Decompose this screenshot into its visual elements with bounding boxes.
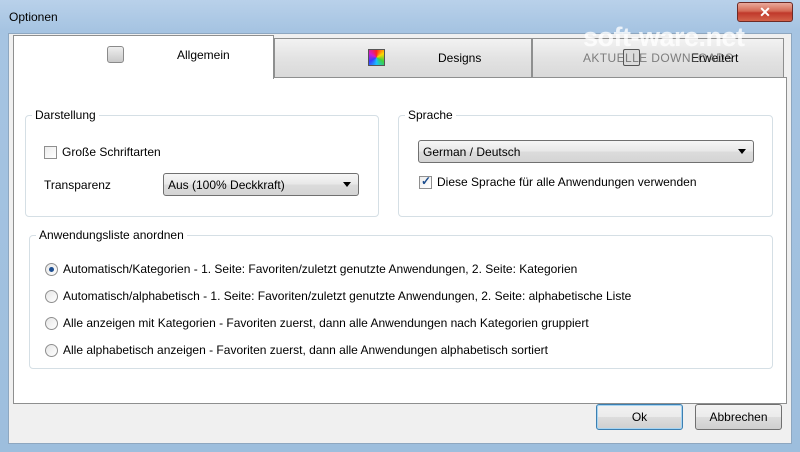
large-fonts-label: Große Schriftarten — [62, 145, 161, 159]
dialog-window: Optionen ✕ Allgemein Designs Erweitert D… — [0, 0, 800, 452]
app-list-title: Anwendungsliste anordnen — [36, 228, 187, 242]
tab-designs[interactable]: Designs — [274, 38, 532, 77]
sprache-title: Sprache — [405, 108, 456, 122]
sort-option-radio[interactable] — [45, 344, 58, 357]
window-title: Optionen — [9, 10, 58, 24]
app-list-group: Anwendungsliste anordnen Automatisch/Kat… — [29, 228, 773, 369]
dialog-client: Allgemein Designs Erweitert Darstellung … — [8, 33, 792, 444]
close-button[interactable]: ✕ — [737, 2, 793, 22]
chevron-down-icon — [343, 182, 351, 187]
large-fonts-checkbox[interactable] — [44, 146, 57, 159]
sort-option-radio[interactable] — [45, 263, 58, 276]
tab-label: Allgemein — [177, 48, 230, 62]
transparency-label: Transparenz — [44, 178, 111, 192]
ok-button[interactable]: Ok — [596, 404, 683, 430]
language-value: German / Deutsch — [423, 145, 521, 159]
sort-option-label: Alle alphabetisch anzeigen - Favoriten z… — [63, 343, 548, 357]
close-icon: ✕ — [759, 4, 771, 20]
darstellung-group: Darstellung Große Schriftarten Transpare… — [25, 108, 379, 217]
all-apps-language-label: Diese Sprache für alle Anwendungen verwe… — [437, 175, 697, 189]
tab-allgemein[interactable]: Allgemein — [13, 35, 274, 79]
transparency-dropdown[interactable]: Aus (100% Deckkraft) — [163, 173, 359, 196]
general-settings-icon — [107, 46, 124, 63]
darstellung-title: Darstellung — [32, 108, 99, 122]
color-palette-icon — [368, 49, 385, 66]
tab-label: Designs — [438, 51, 482, 65]
all-apps-language-checkbox[interactable] — [419, 174, 432, 189]
language-dropdown[interactable]: German / Deutsch — [418, 140, 754, 163]
sort-option-label: Automatisch/alphabetisch - 1. Seite: Fav… — [63, 289, 632, 303]
chevron-down-icon — [738, 149, 746, 154]
sprache-group: Sprache German / Deutsch Diese Sprache f… — [398, 108, 773, 217]
sort-option-radio[interactable] — [45, 317, 58, 330]
watermark-brand: soft-ware.net — [583, 22, 745, 52]
sort-option-label: Alle anzeigen mit Kategorien - Favoriten… — [63, 316, 589, 330]
tab-content-panel: Darstellung Große Schriftarten Transpare… — [13, 77, 787, 404]
sort-option-radio[interactable] — [45, 290, 58, 303]
cancel-button[interactable]: Abbrechen — [695, 404, 782, 430]
sort-option-label: Automatisch/Kategorien - 1. Seite: Favor… — [63, 262, 578, 276]
watermark-tagline: AKTUELLE DOWNLOADS — [583, 51, 734, 65]
transparency-value: Aus (100% Deckkraft) — [168, 178, 285, 192]
